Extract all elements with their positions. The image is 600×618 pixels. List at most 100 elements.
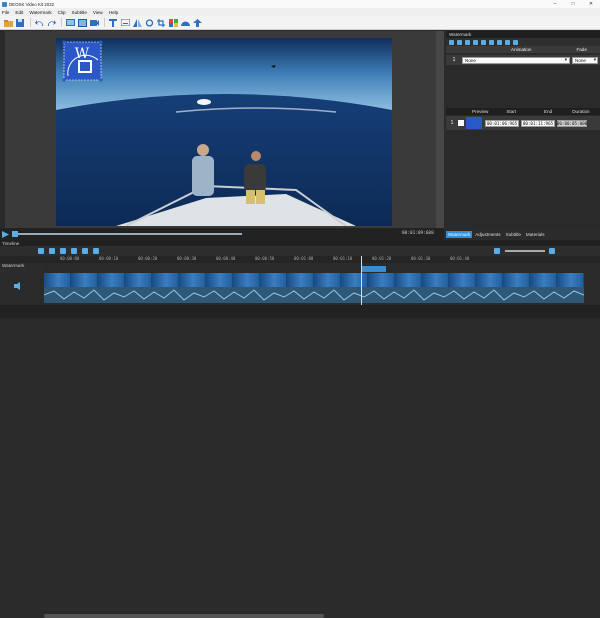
save-icon[interactable] bbox=[15, 18, 25, 28]
panel-toolbar bbox=[446, 38, 600, 46]
seek-bar[interactable] bbox=[18, 233, 242, 235]
ruler-label: 00:01:10 bbox=[333, 256, 353, 261]
animation-select[interactable]: None ▾ bbox=[462, 56, 570, 64]
ruler-label: 00:01:30 bbox=[411, 256, 431, 261]
ruler-label: 00:00:30 bbox=[177, 256, 197, 261]
window-controls: – □ ✕ bbox=[546, 1, 600, 7]
ruler-label: 00:00:00 bbox=[60, 256, 80, 261]
start-time-field[interactable]: 00:01:06:965 bbox=[485, 119, 519, 127]
delete-icon[interactable] bbox=[497, 39, 502, 45]
audio-waveform bbox=[44, 289, 584, 301]
menu-file[interactable]: File bbox=[2, 10, 9, 15]
copy-icon[interactable] bbox=[481, 39, 486, 45]
title-bar: DEOSK Video Kit 2022 – □ ✕ bbox=[0, 0, 600, 8]
cut-icon[interactable] bbox=[49, 248, 55, 254]
tab-subtitle[interactable]: Subtitle bbox=[504, 231, 523, 238]
animation-columns: Animation Fade bbox=[446, 46, 600, 53]
undo-icon[interactable] bbox=[34, 18, 44, 28]
move-up-icon[interactable] bbox=[465, 39, 470, 45]
right-panel: Watermark Animation Fade 1 None ▾ None ▾… bbox=[446, 31, 600, 228]
app-icon bbox=[2, 1, 7, 7]
subtitle-icon[interactable] bbox=[120, 18, 130, 28]
video-frame: W bbox=[56, 38, 392, 226]
text-icon[interactable] bbox=[108, 18, 118, 28]
paste-icon[interactable] bbox=[489, 39, 494, 45]
color-icon[interactable] bbox=[168, 18, 178, 28]
window-title: DEOSK Video Kit 2022 bbox=[9, 1, 55, 7]
video-track[interactable] bbox=[44, 273, 584, 287]
watermark-track-label: Watermark bbox=[2, 263, 25, 268]
minimize-button[interactable]: – bbox=[546, 1, 564, 7]
player-bar: 00:01:09:608 bbox=[0, 228, 444, 240]
column-end: End bbox=[544, 109, 553, 114]
ruler-label: 00:01:20 bbox=[372, 256, 392, 261]
flip-icon[interactable] bbox=[132, 18, 142, 28]
menu-watermark[interactable]: Watermark bbox=[29, 10, 51, 15]
menu-view[interactable]: View bbox=[93, 10, 103, 15]
toolbar-divider bbox=[104, 18, 105, 27]
delete-clip-icon[interactable] bbox=[82, 248, 88, 254]
video-clip-thumbnails bbox=[44, 273, 584, 287]
menu-subtitle[interactable]: Subtitle bbox=[72, 10, 87, 15]
clip-thumbnail bbox=[466, 117, 482, 129]
image-import-icon[interactable] bbox=[77, 18, 87, 28]
crop-icon[interactable] bbox=[156, 18, 166, 28]
add-text-icon[interactable] bbox=[457, 39, 462, 45]
maximize-button[interactable]: □ bbox=[564, 1, 582, 7]
rotate-icon[interactable] bbox=[144, 18, 154, 28]
zoom-in-icon[interactable] bbox=[549, 248, 555, 254]
speaker-icon[interactable] bbox=[14, 282, 24, 290]
move-down-icon[interactable] bbox=[473, 39, 478, 45]
animation-select-value: None bbox=[465, 57, 476, 63]
panel-title: Watermark bbox=[446, 31, 600, 38]
column-start: Start bbox=[506, 109, 517, 114]
timeline-scrollbar[interactable] bbox=[44, 614, 324, 618]
timeline-toolbar bbox=[0, 246, 600, 256]
menu-clip[interactable]: Clip bbox=[58, 10, 66, 15]
clip-checkbox[interactable] bbox=[458, 120, 464, 126]
main-toolbar bbox=[0, 16, 600, 30]
tab-materials[interactable]: Materials bbox=[524, 231, 547, 238]
fade-select[interactable]: None ▾ bbox=[572, 56, 598, 64]
column-preview: Preview bbox=[472, 109, 489, 114]
split-icon[interactable] bbox=[38, 248, 44, 254]
tab-watermark[interactable]: Watermark bbox=[446, 230, 473, 238]
menu-bar: File Edit Watermark Clip Subtitle View H… bbox=[0, 8, 600, 16]
close-button[interactable]: ✕ bbox=[582, 1, 600, 7]
add-watermark-icon[interactable] bbox=[449, 39, 454, 45]
clip-row[interactable]: 1 00:01:06:965 00:01:11:965 00:00:05:000 bbox=[446, 116, 600, 130]
camera-import-icon[interactable] bbox=[89, 18, 99, 28]
watermark-clip[interactable] bbox=[362, 266, 386, 272]
crop-clip-icon[interactable] bbox=[60, 248, 66, 254]
watermark-track[interactable] bbox=[44, 265, 584, 273]
zoom-slider[interactable] bbox=[505, 250, 545, 252]
column-duration: Duration bbox=[572, 109, 590, 114]
menu-help[interactable]: Help bbox=[109, 10, 118, 15]
export-icon[interactable] bbox=[192, 18, 202, 28]
ruler-label: 00:01:40 bbox=[450, 256, 470, 261]
clip-columns: Preview Start End Duration bbox=[446, 108, 600, 115]
tab-adjustments[interactable]: Adjustments bbox=[473, 231, 502, 238]
text-clip-icon[interactable] bbox=[71, 248, 77, 254]
folder-open-icon[interactable] bbox=[3, 18, 13, 28]
settings-icon[interactable] bbox=[513, 39, 518, 45]
timeline-ruler[interactable]: 00:00:00 00:00:10 00:00:20 00:00:30 00:0… bbox=[0, 256, 600, 263]
duration-field[interactable]: 00:00:05:000 bbox=[557, 119, 587, 127]
redo-icon[interactable] bbox=[46, 18, 56, 28]
play-icon[interactable] bbox=[2, 230, 9, 238]
menu-edit[interactable]: Edit bbox=[15, 10, 23, 15]
video-import-icon[interactable] bbox=[65, 18, 75, 28]
align-icon[interactable] bbox=[505, 39, 510, 45]
end-time-field[interactable]: 00:01:11:965 bbox=[521, 119, 555, 127]
ruler-label: 00:00:10 bbox=[99, 256, 119, 261]
zoom-out-icon[interactable] bbox=[494, 248, 500, 254]
fade-select-value: None bbox=[575, 57, 586, 63]
current-timecode: 00:01:09:608 bbox=[402, 231, 434, 236]
speed-icon[interactable] bbox=[180, 18, 190, 28]
toolbar-divider bbox=[30, 18, 31, 27]
video-preview[interactable]: W bbox=[56, 38, 392, 226]
preview-scrollbar[interactable] bbox=[436, 31, 444, 228]
zoom-fit-icon[interactable] bbox=[93, 248, 99, 254]
audio-track[interactable] bbox=[44, 287, 584, 303]
watermark-logo[interactable]: W bbox=[62, 40, 103, 82]
